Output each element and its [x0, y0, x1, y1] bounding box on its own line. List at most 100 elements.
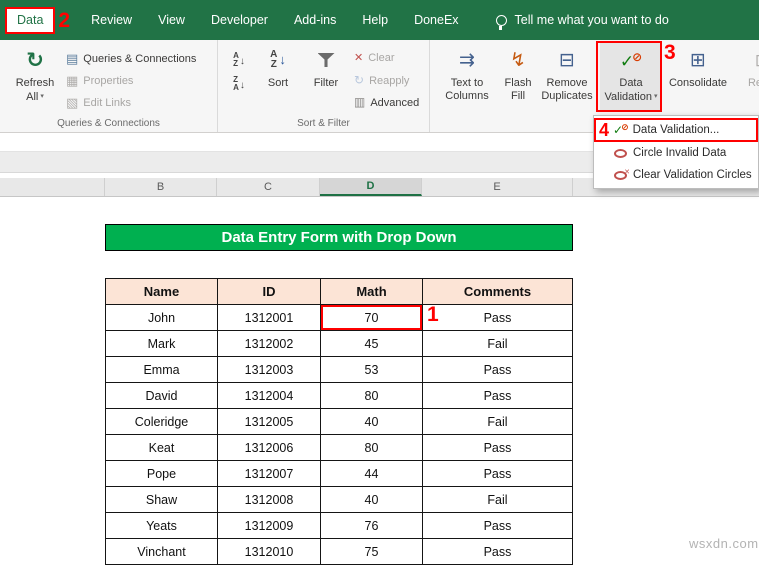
table-header-name[interactable]: Name	[106, 279, 218, 305]
name-cell[interactable]: Coleridge	[106, 409, 218, 435]
tab-data[interactable]: Data	[5, 7, 55, 34]
edit-links-label: Edit Links	[83, 97, 131, 109]
refresh-all-button[interactable]: Refresh All	[8, 45, 62, 104]
comments-cell[interactable]: Pass	[423, 435, 573, 461]
table-header-math[interactable]: Math	[321, 279, 423, 305]
tab-review[interactable]: Review	[78, 0, 145, 40]
tab-developer[interactable]: Developer	[198, 0, 281, 40]
id-cell[interactable]: 1312010	[218, 539, 321, 565]
clear-icon	[354, 53, 363, 64]
sort-button[interactable]: Sort	[256, 45, 300, 90]
clear-filter-button[interactable]: Clear	[354, 52, 395, 64]
tab-view[interactable]: View	[145, 0, 198, 40]
filter-button[interactable]: Filter	[304, 45, 348, 90]
math-cell[interactable]: 75	[321, 539, 423, 565]
column-header-b[interactable]: B	[105, 178, 217, 196]
id-cell[interactable]: 1312003	[218, 357, 321, 383]
advanced-button[interactable]: Advanced	[354, 96, 419, 109]
table-header-comments[interactable]: Comments	[423, 279, 573, 305]
sort-az-icon	[233, 52, 239, 68]
name-cell[interactable]: John	[106, 305, 218, 331]
math-cell[interactable]: 40	[321, 409, 423, 435]
text-to-columns-icon	[459, 51, 475, 70]
relationships-button[interactable]: Relati	[732, 45, 759, 90]
id-cell[interactable]: 1312006	[218, 435, 321, 461]
menu-item-circle-invalid-data[interactable]: Circle Invalid Data	[594, 142, 758, 164]
sheet-title-banner: Data Entry Form with Drop Down	[105, 224, 573, 251]
advanced-icon	[354, 96, 365, 109]
math-cell-highlighted[interactable]: 70	[321, 305, 423, 331]
math-cell[interactable]: 80	[321, 383, 423, 409]
math-cell[interactable]: 76	[321, 513, 423, 539]
flash-fill-label-line2: Fill	[496, 90, 540, 103]
data-validation-button[interactable]: Data Validation	[602, 45, 660, 104]
queries-connections-icon	[66, 52, 78, 66]
id-cell[interactable]: 1312005	[218, 409, 321, 435]
id-cell[interactable]: 1312009	[218, 513, 321, 539]
tab-doneex[interactable]: DoneEx	[401, 0, 471, 40]
consolidate-icon	[690, 51, 706, 70]
name-cell[interactable]: Yeats	[106, 513, 218, 539]
column-header-c[interactable]: C	[217, 178, 320, 196]
comments-cell[interactable]: Fail	[423, 487, 573, 513]
down-arrow-icon	[240, 51, 245, 69]
menu-item-clear-validation-circles[interactable]: Clear Validation Circles	[594, 164, 758, 186]
menu-item-label: Clear Validation Circles	[633, 169, 752, 181]
name-cell[interactable]: Emma	[106, 357, 218, 383]
tab-help[interactable]: Help	[349, 0, 401, 40]
sort-descending-button[interactable]	[226, 73, 252, 95]
comments-cell[interactable]: Pass	[423, 461, 573, 487]
data-validation-icon	[620, 51, 642, 70]
name-cell[interactable]: Mark	[106, 331, 218, 357]
id-cell[interactable]: 1312008	[218, 487, 321, 513]
name-cell[interactable]: Pope	[106, 461, 218, 487]
id-cell[interactable]: 1312001	[218, 305, 321, 331]
name-cell[interactable]: Vinchant	[106, 539, 218, 565]
remove-duplicates-button[interactable]: Remove Duplicates	[536, 45, 598, 103]
flash-fill-label-line1: Flash	[496, 77, 540, 90]
comments-cell[interactable]: Pass	[423, 305, 573, 331]
math-cell[interactable]: 80	[321, 435, 423, 461]
chevron-down-icon	[652, 91, 658, 103]
table-row: Pope 1312007 44 Pass	[106, 461, 573, 487]
name-cell[interactable]: David	[106, 383, 218, 409]
table-row: Keat 1312006 80 Pass	[106, 435, 573, 461]
properties-button[interactable]: Properties	[66, 74, 133, 88]
menu-item-data-validation[interactable]: 4 Data Validation...	[594, 118, 758, 142]
comments-cell[interactable]: Pass	[423, 513, 573, 539]
id-cell[interactable]: 1312004	[218, 383, 321, 409]
clear-validation-circles-icon	[614, 171, 627, 180]
comments-cell[interactable]: Pass	[423, 539, 573, 565]
id-cell[interactable]: 1312002	[218, 331, 321, 357]
text-to-columns-button[interactable]: Text to Columns	[440, 45, 494, 103]
column-header-d-selected[interactable]: D	[320, 178, 422, 196]
comments-cell[interactable]: Fail	[423, 409, 573, 435]
name-cell[interactable]: Shaw	[106, 487, 218, 513]
table-header-id[interactable]: ID	[218, 279, 321, 305]
flash-fill-button[interactable]: Flash Fill	[496, 45, 540, 103]
math-cell[interactable]: 44	[321, 461, 423, 487]
edit-links-icon	[66, 96, 78, 110]
comments-cell[interactable]: Fail	[423, 331, 573, 357]
column-header-a[interactable]	[0, 178, 105, 196]
id-cell[interactable]: 1312007	[218, 461, 321, 487]
sort-ascending-button[interactable]	[226, 49, 252, 71]
queries-connections-group: Refresh All Queries & Connections Proper…	[0, 40, 218, 132]
math-cell[interactable]: 45	[321, 331, 423, 357]
math-cell[interactable]: 40	[321, 487, 423, 513]
math-cell[interactable]: 53	[321, 357, 423, 383]
edit-links-button[interactable]: Edit Links	[66, 96, 131, 110]
comments-cell[interactable]: Pass	[423, 357, 573, 383]
comments-cell[interactable]: Pass	[423, 383, 573, 409]
text-to-columns-label-line1: Text to	[440, 77, 494, 90]
column-header-e[interactable]: E	[422, 178, 573, 196]
name-cell[interactable]: Keat	[106, 435, 218, 461]
table-row: John 1312001 70 Pass	[106, 305, 573, 331]
tell-me-box[interactable]: Tell me what you want to do	[496, 0, 669, 40]
queries-connections-button[interactable]: Queries & Connections	[66, 52, 196, 66]
filter-funnel-icon	[318, 53, 335, 67]
reapply-button[interactable]: Reapply	[354, 74, 409, 87]
tab-add-ins[interactable]: Add-ins	[281, 0, 349, 40]
filter-label: Filter	[304, 77, 348, 90]
down-arrow-icon	[279, 53, 286, 68]
